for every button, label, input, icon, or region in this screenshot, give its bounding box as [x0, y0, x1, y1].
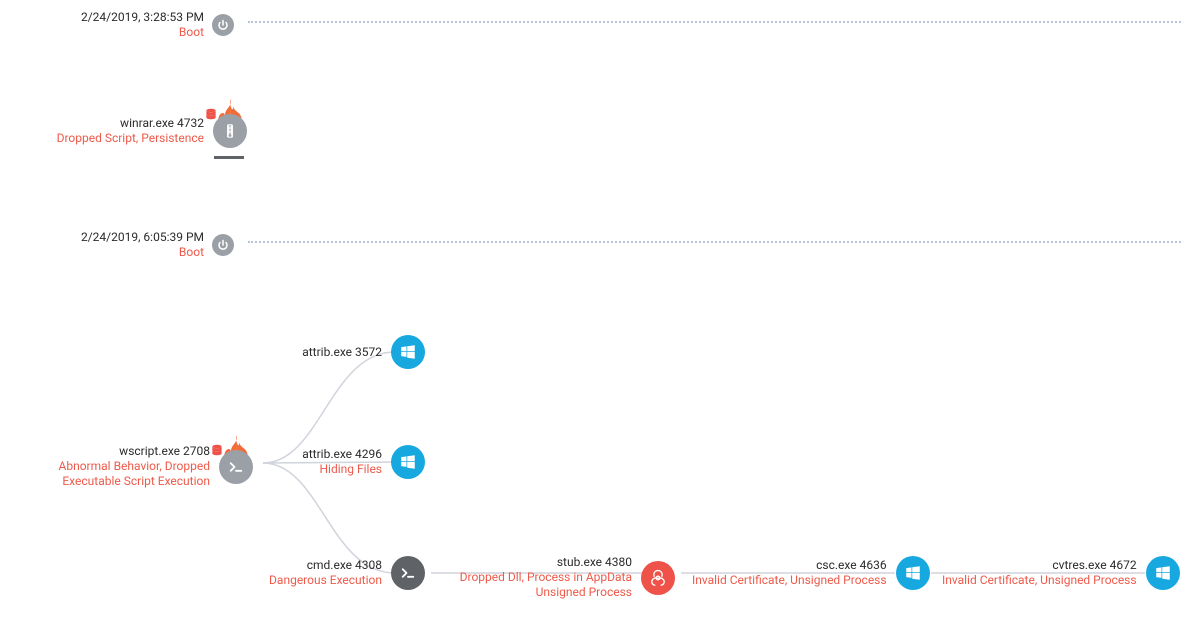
process-title: attrib.exe 3572 [302, 345, 382, 360]
selection-underline [214, 156, 244, 159]
process-node-stub[interactable]: stub.exe 4380 Dropped Dll, Process in Ap… [442, 555, 676, 600]
process-node-cmd[interactable]: cmd.exe 4308 Dangerous Execution [192, 555, 426, 591]
archive-icon [213, 114, 247, 148]
process-detections: Dropped Dll, Process in AppData Unsigned… [442, 570, 632, 600]
node-label-group: attrib.exe 4296 Hiding Files [192, 447, 382, 477]
node-label-group: cvtres.exe 4672 Invalid Certificate, Uns… [942, 558, 1137, 588]
process-node-winrar[interactable]: winrar.exe 4732 Dropped Script, Persiste… [14, 113, 248, 149]
windows-icon [1146, 556, 1180, 590]
boot-event[interactable]: 2/24/2019, 6:05:39 PM Boot [14, 230, 234, 260]
boot-label-group: 2/24/2019, 6:05:39 PM Boot [14, 230, 204, 260]
process-detections: Abnormal Behavior, Dropped Executable Sc… [0, 459, 210, 489]
edge-layer [0, 0, 1181, 627]
process-node-attrib-3572[interactable]: attrib.exe 3572 [192, 334, 426, 370]
process-node-cvtres[interactable]: cvtres.exe 4672 Invalid Certificate, Uns… [942, 555, 1181, 591]
database-badge-icon [204, 107, 218, 121]
process-detections: Hiding Files [319, 462, 382, 477]
windows-icon [896, 556, 930, 590]
process-detections: Invalid Certificate, Unsigned Process [692, 573, 887, 588]
process-title: attrib.exe 4296 [302, 447, 382, 462]
node-label-group: attrib.exe 3572 [192, 345, 382, 360]
windows-icon [391, 445, 425, 479]
boot-timestamp: 2/24/2019, 3:28:53 PM [81, 10, 204, 25]
node-label-group: csc.exe 4636 Invalid Certificate, Unsign… [692, 558, 887, 588]
timeline-divider [248, 21, 1181, 23]
boot-timestamp: 2/24/2019, 6:05:39 PM [81, 230, 204, 245]
node-label-group: wscript.exe 2708 Abnormal Behavior, Drop… [0, 444, 210, 489]
process-tree-canvas: 2/24/2019, 3:28:53 PM Boot winrar.exe 47… [0, 0, 1181, 627]
node-label-group: stub.exe 4380 Dropped Dll, Process in Ap… [442, 555, 632, 600]
boot-event[interactable]: 2/24/2019, 3:28:53 PM Boot [14, 10, 234, 40]
boot-label: Boot [179, 245, 204, 260]
process-title: cvtres.exe 4672 [1052, 558, 1136, 573]
process-detections: Invalid Certificate, Unsigned Process [942, 573, 1137, 588]
boot-label: Boot [179, 25, 204, 40]
terminal-icon [391, 556, 425, 590]
process-title: csc.exe 4636 [816, 558, 886, 573]
node-label-group: winrar.exe 4732 Dropped Script, Persiste… [14, 116, 204, 146]
power-icon [212, 234, 234, 256]
process-node-csc[interactable]: csc.exe 4636 Invalid Certificate, Unsign… [692, 555, 931, 591]
process-detections: Dropped Script, Persistence [57, 131, 204, 146]
process-node-attrib-4296[interactable]: attrib.exe 4296 Hiding Files [192, 444, 426, 480]
process-detections: Dangerous Execution [269, 573, 382, 588]
power-icon [212, 14, 234, 36]
windows-icon [391, 335, 425, 369]
process-title: cmd.exe 4308 [307, 558, 382, 573]
biohazard-icon [641, 561, 675, 595]
node-label-group: cmd.exe 4308 Dangerous Execution [192, 558, 382, 588]
process-title: winrar.exe 4732 [120, 116, 204, 131]
timeline-divider [248, 241, 1181, 243]
process-title: stub.exe 4380 [557, 555, 632, 570]
boot-label-group: 2/24/2019, 3:28:53 PM Boot [14, 10, 204, 40]
